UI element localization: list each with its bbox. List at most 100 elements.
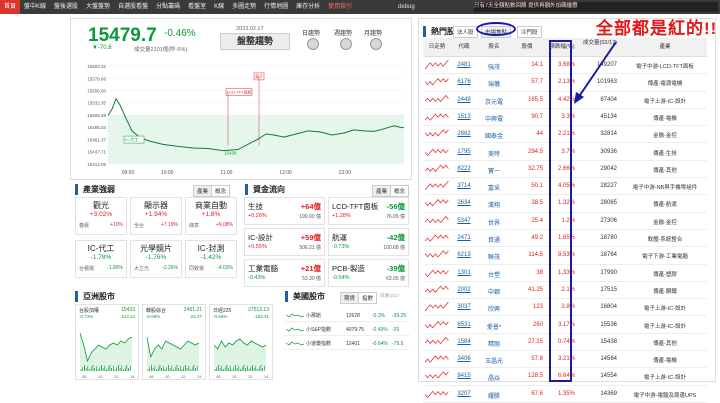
cell-name[interactable]: 美時 <box>479 149 509 158</box>
sector-name: 觀光 <box>93 201 109 210</box>
cell-name[interactable]: 聯茂 <box>479 252 509 261</box>
cell-code[interactable]: 2002 <box>453 287 475 293</box>
nav-item-10[interactable]: 庫存分析 <box>292 0 324 14</box>
cell-name[interactable]: 強茂 <box>479 62 509 71</box>
signal-month-icon[interactable] <box>370 38 382 50</box>
cell-name[interactable]: 欣興 <box>479 304 509 313</box>
cell-price: 27.15 <box>527 338 543 345</box>
table-row[interactable]: 3207 耀勝 67.6 1.35% 14369 電子中游-電腦及周邊UPS <box>423 386 707 403</box>
sectors-tab-concept[interactable]: 概念 <box>211 185 231 197</box>
cell-name[interactable]: 資通 <box>479 235 509 244</box>
nav-item-9[interactable]: 行情地圖 <box>260 0 292 14</box>
cell-code[interactable]: 1513 <box>453 114 475 120</box>
nav-item-1[interactable]: 盤中K線 <box>20 0 50 14</box>
flow-card[interactable]: 生技 +64億 +0.26% 199.90 億 <box>244 197 325 225</box>
nav-item-6[interactable]: 看盤室 <box>184 0 210 14</box>
flow-card[interactable]: 航運 -42億 -0.73% 100.68 億 <box>328 228 409 256</box>
cell-name[interactable]: 晶焱 <box>479 373 509 382</box>
cell-code[interactable]: 3037 <box>453 304 475 310</box>
us-tab-futures[interactable]: 期貨 <box>340 292 360 304</box>
asia-card[interactable]: 韓股綜合 2451.21 -0.68% -24.27 08 10 12 14 <box>142 304 206 380</box>
col-code[interactable]: 代碼 <box>453 44 475 50</box>
flow-card[interactable]: IC-設計 +59億 +0.55% 506.21 億 <box>244 228 325 256</box>
sector-stock-name[interactable]: 綠意 <box>189 222 199 229</box>
sectors-tab-industry[interactable]: 產業 <box>193 185 213 197</box>
hot-tab-institutional[interactable]: 法人股 <box>453 26 478 38</box>
cell-name[interactable]: 寶一 <box>479 166 509 175</box>
nav-item-8[interactable]: 多圖走勢 <box>228 0 260 14</box>
sector-stock-name[interactable]: 春晨 <box>79 222 89 229</box>
cell-code[interactable]: 8222 <box>453 166 475 172</box>
us-tab-index[interactable]: 指數 <box>358 292 378 304</box>
cell-code[interactable]: 6531 <box>453 322 475 328</box>
sector-card[interactable]: 商業自動 +1.8% 綠意 +9.08% <box>185 197 237 235</box>
cell-name[interactable]: 富采 <box>479 183 509 192</box>
cell-code[interactable]: 3207 <box>453 391 475 397</box>
nav-item-11[interactable]: 使用指引 <box>324 0 356 14</box>
col-name[interactable]: 股名 <box>479 44 509 50</box>
cell-code[interactable]: 5347 <box>453 218 475 224</box>
flow-card[interactable]: 工業電腦 +21億 -0.43% 53.30 億 <box>244 259 325 287</box>
flow-card[interactable]: PCB-製造 -39億 -0.54% 63.05 億 <box>328 259 409 287</box>
cell-name[interactable]: 國泰金 <box>479 131 509 140</box>
cell-code[interactable]: 2882 <box>453 131 475 137</box>
us-row[interactable]: 小道瓊指數 12401 -0.64% -79.5 <box>284 338 410 350</box>
nav-item-4[interactable]: 自選股看盤 <box>114 0 152 14</box>
cell-code[interactable]: 6213 <box>453 252 475 258</box>
asia-sparkline: 08 10 12 14 <box>146 336 202 379</box>
cell-name[interactable]: 愛普* <box>479 322 509 331</box>
cell-name[interactable]: 玉晶光 <box>479 356 509 365</box>
us-row[interactable]: 小S&P指數 4079.75 -0.49% -20 <box>284 324 410 336</box>
cell-name[interactable]: 世界 <box>479 218 509 227</box>
cell-code[interactable]: 1584 <box>453 339 475 345</box>
cell-vol: 14554 <box>600 373 617 380</box>
hot-tab-cold[interactable]: 冷門股 <box>517 26 542 38</box>
flows-tab-industry[interactable]: 產業 <box>372 185 392 197</box>
us-chg: -0.64% <box>372 340 388 347</box>
sector-stock-name[interactable]: 同致電 <box>189 265 204 272</box>
nav-item-5[interactable]: 分點籌碼 <box>152 0 184 14</box>
signal-day-icon[interactable] <box>307 38 319 50</box>
asia-card[interactable]: 台股加權 15433 -0.73% -113.14 08 10 12 14 <box>75 304 139 380</box>
cell-code[interactable]: 6176 <box>453 79 475 85</box>
nav-item-7[interactable]: K線 <box>210 0 228 14</box>
asia-card[interactable]: 日經225 27513.13 -0.66% -183.31 08 10 12 14 <box>209 304 273 380</box>
cell-name[interactable]: 漢翔 <box>479 200 509 209</box>
nav-item-2[interactable]: 盤後選股 <box>50 0 82 14</box>
sector-card[interactable]: 光學鏡片 -1.76% 大立光 -2.26% <box>130 240 182 278</box>
cell-name[interactable]: 瑞儀 <box>479 79 509 88</box>
sector-card[interactable]: 顯示器 +1.94% 全台 +7.19% <box>130 197 182 235</box>
cell-code[interactable]: 2449 <box>453 97 475 103</box>
sector-card[interactable]: IC-封測 -1.42% 同致電 -4.03% <box>185 240 237 278</box>
sector-stock-name[interactable]: 大立光 <box>134 265 149 272</box>
cell-code[interactable]: 3406 <box>453 356 475 362</box>
nav-item-3[interactable]: 大盤盤勢 <box>82 0 114 14</box>
flows-tab-concept[interactable]: 概念 <box>390 185 410 197</box>
cell-code[interactable]: 2634 <box>453 200 475 206</box>
sector-card[interactable]: IC-代工 -1.78% 台積電 -1.89% <box>75 240 127 278</box>
cell-name[interactable]: 台塑 <box>479 270 509 279</box>
cell-code[interactable]: 3714 <box>453 183 475 189</box>
promo-text[interactable]: 只有7天全額點數回饋 提供再額外加碼優惠 <box>474 3 578 9</box>
us-row[interactable]: 小那斯 12628 -0.3% -39.25 <box>284 310 410 322</box>
sector-top-stock: 綠意 +9.08% <box>189 222 233 229</box>
sector-stock-name[interactable]: 台積電 <box>79 265 94 272</box>
sector-stock-name[interactable]: 全台 <box>134 222 144 229</box>
cell-name[interactable]: 中鋼 <box>479 287 509 296</box>
cell-name[interactable]: 精剛 <box>479 339 509 348</box>
cell-name[interactable]: 中興電 <box>479 114 509 123</box>
nav-item-0[interactable]: 首頁 <box>0 0 21 14</box>
col-price[interactable]: 股價 <box>511 44 543 50</box>
sector-card[interactable]: 觀光 +3.02% 春晨 +10% <box>75 197 127 235</box>
cell-code[interactable]: 2481 <box>453 62 475 68</box>
cell-name[interactable]: 京元電 <box>479 97 509 106</box>
cell-code[interactable]: 1795 <box>453 149 475 155</box>
cell-code[interactable]: 8415 <box>453 373 475 379</box>
cell-name[interactable]: 耀勝 <box>479 391 509 400</box>
cell-code[interactable]: 1301 <box>453 270 475 276</box>
signal-week-icon[interactable] <box>340 38 352 50</box>
cell-code[interactable]: 2471 <box>453 235 475 241</box>
col-industry[interactable]: 產業 <box>623 44 707 50</box>
promo-banner[interactable]: 只有7天全額點數回饋 提供再額外加碼優惠 <box>474 2 718 12</box>
flow-card[interactable]: LCD-TFT面板 -56億 +1.28% 76.09 億 <box>328 197 409 225</box>
